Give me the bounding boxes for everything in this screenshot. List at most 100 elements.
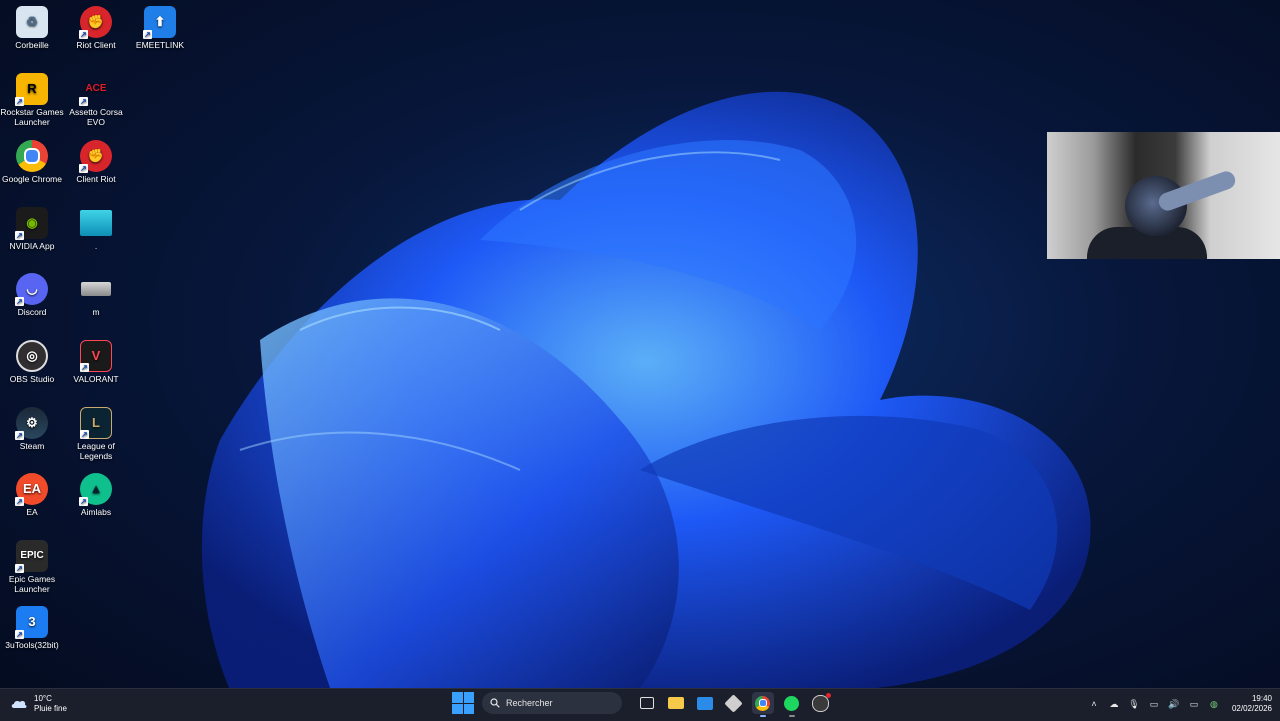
riot-client-icon: ✊ ↗ — [79, 140, 112, 173]
clock-date: 02/02/2026 — [1231, 704, 1272, 713]
desktop-icon-label: EMEETLINK — [135, 40, 185, 50]
shortcut-arrow-icon: ↗ — [80, 363, 89, 372]
shortcut-arrow-icon: ↗ — [79, 497, 88, 506]
app-tray-icon[interactable]: ◍ — [1207, 697, 1221, 711]
desktop-icon-label: Assetto Corsa EVO — [69, 107, 123, 127]
webcam-person-arm — [1156, 168, 1238, 214]
desktop-icon-label: NVIDIA App — [9, 241, 55, 251]
riot-client-icon: ✊ ↗ — [79, 6, 112, 39]
desktop-icon-label: 3uTools(32bit) — [5, 640, 59, 650]
desktop-icon-obs[interactable]: ◎ OBS Studio — [0, 340, 64, 384]
desktop-icon-label: Google Chrome — [1, 174, 62, 184]
search-placeholder: Rechercher — [506, 698, 553, 708]
league-icon: L ↗ — [80, 407, 112, 439]
mail-button[interactable] — [694, 692, 716, 714]
shortcut-arrow-icon: ↗ — [15, 497, 24, 506]
spotify-icon — [784, 695, 799, 711]
shortcut-arrow-icon: ↗ — [79, 164, 88, 173]
desktop-icon-nvidia[interactable]: ◉ ↗ NVIDIA App — [0, 207, 64, 251]
nvidia-icon: ◉ ↗ — [15, 207, 48, 240]
shortcut-arrow-icon: ↗ — [79, 30, 88, 39]
desktop-icon-3utools[interactable]: 3 ↗ 3uTools(32bit) — [0, 606, 64, 650]
system-tray: ˄ ☁ 🎙 ▭ 🔊 ▭ ◍ 19:40 02/02/2026 — [1084, 694, 1272, 714]
taskbar: 10°C Pluie fine Rechercher ˄ ☁ 🎙 ▭ 🔊 ▭ ◍… — [0, 688, 1280, 721]
monitor-icon — [80, 210, 112, 236]
desktop-icon-label: . — [94, 241, 98, 251]
desktop-icon-riot-client[interactable]: ✊ ↗ Riot Client — [64, 6, 128, 50]
search-icon — [490, 698, 500, 708]
riot-client-taskbar-button[interactable] — [810, 692, 832, 714]
shortcut-arrow-icon: ↗ — [15, 564, 24, 573]
taskbar-center: Rechercher — [452, 692, 835, 717]
clock-time: 19:40 — [1251, 694, 1272, 703]
desktop-icon-label: Aimlabs — [80, 507, 112, 517]
mail-icon — [696, 696, 713, 710]
desktop-icon-label: OBS Studio — [9, 374, 55, 384]
desktop-icon-league[interactable]: L ↗ League of Legends — [64, 407, 128, 461]
desktop-icon-steam[interactable]: ⚙ ↗ Steam — [0, 407, 64, 451]
chrome-icon — [755, 695, 770, 711]
volume-icon[interactable]: 🔊 — [1167, 697, 1181, 711]
shortcut-arrow-icon: ↗ — [15, 231, 24, 240]
epic-icon: EPIC ↗ — [15, 540, 48, 573]
valorant-icon: V ↗ — [80, 340, 112, 372]
webcam-overlay — [1047, 132, 1280, 259]
aimlabs-icon: ▲ ↗ — [79, 473, 112, 506]
app-icon — [724, 693, 743, 713]
desktop-icon-label: Discord — [17, 307, 47, 317]
chrome-taskbar-button[interactable] — [751, 692, 774, 717]
rockstar-icon: R ↗ — [15, 73, 48, 106]
start-button[interactable] — [452, 692, 474, 714]
shortcut-arrow-icon: ↗ — [143, 30, 152, 39]
app-button[interactable] — [723, 692, 745, 714]
task-view-icon — [639, 697, 654, 709]
desktop-icon-discord[interactable]: ◡ ↗ Discord — [0, 273, 64, 317]
active-indicator — [759, 715, 766, 717]
desktop-icon-aimlabs[interactable]: ▲ ↗ Aimlabs — [64, 473, 128, 517]
desktop-icon-assetto-corsa[interactable]: ACE ↗ Assetto Corsa EVO — [64, 73, 128, 128]
discord-icon: ◡ ↗ — [15, 273, 48, 306]
desktop-icon-label: Epic Games Launcher — [8, 574, 56, 594]
microphone-icon[interactable]: 🎙 — [1127, 697, 1141, 711]
assetto-corsa-icon: ACE ↗ — [79, 83, 107, 106]
running-indicator — [788, 715, 795, 717]
steam-icon: ⚙ ↗ — [15, 407, 48, 440]
desktop-icon-emeetlink[interactable]: ⬆ ↗ EMEETLINK — [128, 6, 192, 50]
emeetlink-icon: ⬆ ↗ — [143, 6, 176, 39]
shortcut-arrow-icon: ↗ — [15, 630, 24, 639]
desktop-icon-label: Corbeille — [15, 40, 49, 50]
chevron-up-icon[interactable]: ˄ — [1087, 697, 1101, 711]
desktop-icon-epic[interactable]: EPIC ↗ Epic Games Launcher — [0, 540, 64, 594]
desktop-icon-rockstar[interactable]: R ↗ Rockstar Games Launcher — [0, 73, 64, 127]
desktop-icon-recycle-bin[interactable]: ♻ Corbeille — [0, 6, 64, 50]
drive-icon — [81, 282, 111, 296]
desktop-icon-label: Client Riot — [76, 174, 116, 184]
desktop-icon-monitor[interactable]: . — [64, 207, 128, 251]
desktop-icon-label: Riot Client — [76, 40, 116, 50]
obs-icon: ◎ — [16, 340, 48, 372]
network-icon[interactable]: ▭ — [1147, 697, 1161, 711]
3utools-icon: 3 ↗ — [15, 606, 48, 639]
shortcut-arrow-icon: ↗ — [80, 430, 89, 439]
cloud-rain-icon — [11, 700, 27, 708]
file-explorer-button[interactable] — [665, 692, 687, 714]
desktop-icon-label: Steam — [19, 441, 45, 451]
shortcut-arrow-icon: ↗ — [15, 297, 24, 306]
desktop-icon-chrome[interactable]: Google Chrome — [0, 140, 64, 184]
search-box[interactable]: Rechercher — [482, 692, 622, 714]
battery-icon[interactable]: ▭ — [1187, 697, 1201, 711]
task-view-button[interactable] — [636, 692, 658, 714]
clock[interactable]: 19:40 02/02/2026 — [1232, 694, 1272, 714]
desktop-icon-client-riot[interactable]: ✊ ↗ Client Riot — [64, 140, 128, 184]
spotify-button[interactable] — [781, 692, 803, 717]
weather-temp: 10°C — [34, 694, 52, 703]
shortcut-arrow-icon: ↗ — [15, 97, 24, 106]
shortcut-arrow-icon: ↗ — [15, 431, 24, 440]
onedrive-icon[interactable]: ☁ — [1107, 697, 1121, 711]
shortcut-arrow-icon: ↗ — [79, 97, 88, 106]
weather-widget[interactable]: 10°C Pluie fine — [10, 694, 67, 714]
desktop-icon-drive[interactable]: m — [64, 273, 128, 317]
desktop-icon-ea[interactable]: EA ↗ EA — [0, 473, 64, 517]
desktop-icon-label: EA — [26, 507, 38, 517]
desktop-icon-valorant[interactable]: V ↗ VALORANT — [64, 340, 128, 384]
